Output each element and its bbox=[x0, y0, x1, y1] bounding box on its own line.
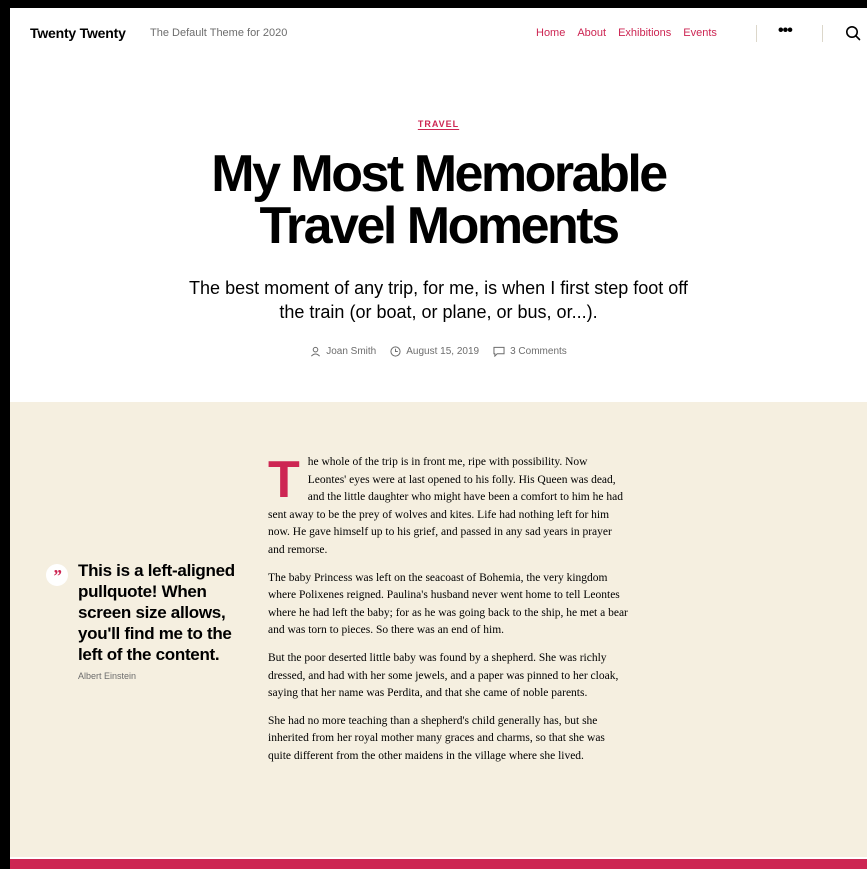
nav-item-exhibitions[interactable]: Exhibitions bbox=[618, 27, 671, 39]
post-date[interactable]: August 15, 2019 bbox=[390, 346, 479, 357]
more-menu-button[interactable]: ••• bbox=[778, 22, 793, 40]
pullquote-text: This is a left-aligned pullquote! When s… bbox=[78, 561, 235, 664]
site-header: Twenty Twenty The Default Theme for 2020… bbox=[10, 8, 867, 58]
clock-icon bbox=[390, 346, 401, 357]
post-subtitle-text: The best moment of any trip, for me, is … bbox=[189, 278, 688, 322]
pullquote: ” This is a left-aligned pullquote! When… bbox=[46, 560, 246, 681]
body-paragraph: The whole of the trip is in front me, ri… bbox=[268, 454, 628, 560]
post-body: The whole of the trip is in front me, ri… bbox=[268, 454, 628, 776]
quote-icon: ” bbox=[46, 564, 68, 586]
site-description: The Default Theme for 2020 bbox=[150, 27, 288, 39]
post-comments[interactable]: 3 Comments bbox=[493, 346, 567, 357]
nav-item-about[interactable]: About bbox=[577, 27, 606, 39]
accent-footer-bar bbox=[10, 859, 867, 869]
post-title-line: My Most Memorable bbox=[211, 145, 668, 203]
post-meta: Joan Smith August 15, 2019 3 Comments bbox=[10, 346, 867, 357]
search-icon[interactable] bbox=[845, 25, 861, 41]
post-author[interactable]: Joan Smith bbox=[310, 346, 376, 357]
nav-item-home[interactable]: Home bbox=[536, 27, 565, 39]
header-divider bbox=[756, 25, 757, 42]
body-paragraph: She had no more teaching than a shepherd… bbox=[268, 714, 605, 762]
header-divider bbox=[822, 25, 823, 42]
comment-icon bbox=[493, 346, 505, 357]
page-frame: Twenty Twenty The Default Theme for 2020… bbox=[10, 8, 867, 869]
post-comments-link[interactable]: 3 Comments bbox=[510, 346, 567, 357]
drop-cap: T bbox=[268, 451, 300, 509]
primary-nav: Home About Exhibitions Events bbox=[536, 27, 717, 39]
post-title-line: Travel Moments bbox=[259, 197, 620, 255]
nav-item-events[interactable]: Events bbox=[683, 27, 717, 39]
pullquote-cite: Albert Einstein bbox=[78, 671, 137, 681]
post-content: ” This is a left-aligned pullquote! When… bbox=[10, 402, 867, 857]
body-paragraph: The baby Princess was left on the seacoa… bbox=[268, 571, 628, 637]
post-author-name[interactable]: Joan Smith bbox=[326, 346, 376, 357]
body-paragraph-text: he whole of the trip is in front me, rip… bbox=[268, 456, 623, 556]
user-icon bbox=[311, 346, 321, 357]
site-title[interactable]: Twenty Twenty bbox=[30, 25, 126, 41]
post-date-text[interactable]: August 15, 2019 bbox=[406, 346, 479, 357]
body-paragraph: But the poor deserted little baby was fo… bbox=[268, 651, 619, 700]
post-subtitle: The best moment of any trip, for me, is … bbox=[10, 276, 867, 324]
post-title: My Most Memorable Travel Moments bbox=[10, 148, 867, 252]
post-category-link[interactable]: TRAVEL bbox=[10, 119, 867, 129]
